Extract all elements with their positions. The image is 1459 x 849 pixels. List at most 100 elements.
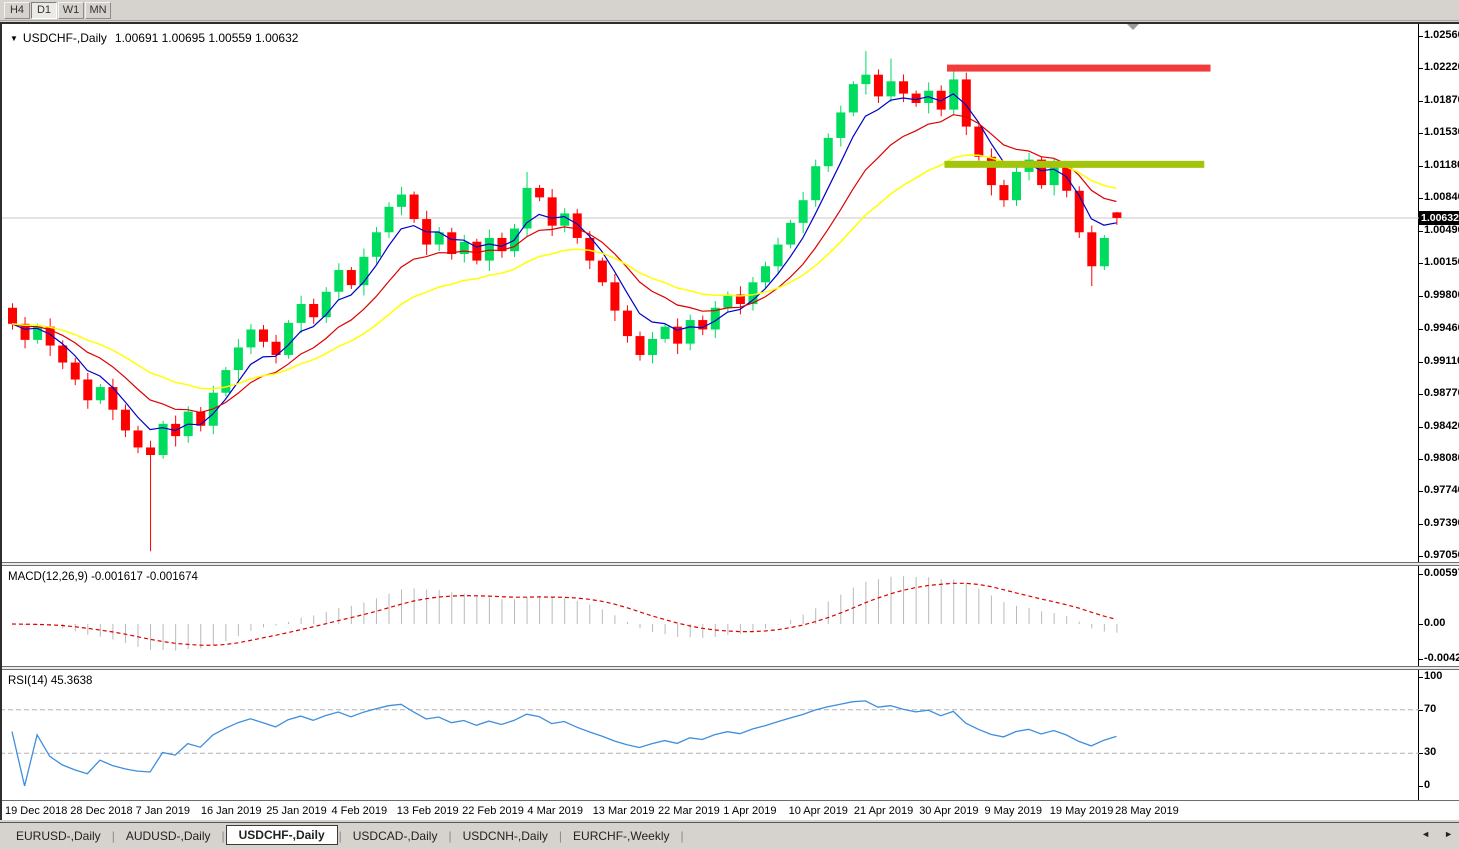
rsi-axis-tick	[1419, 677, 1423, 678]
price-axis-label: 0.98770	[1424, 387, 1459, 399]
tab-separator: |	[222, 829, 225, 843]
price-axis-tick	[1419, 133, 1423, 134]
macd-panel: MACD(12,26,9) -0.001617 -0.001674 0.0059…	[0, 566, 1459, 666]
panel-divider[interactable]	[0, 562, 1459, 566]
chart-tab-usdcnh[interactable]: USDCNH-,Daily	[453, 826, 558, 846]
date-axis-label: 22 Mar 2019	[658, 805, 720, 817]
macd-axis-label: 0.00	[1424, 617, 1445, 629]
macd-axis-tick	[1419, 659, 1423, 660]
panel-divider[interactable]	[0, 666, 1459, 670]
rsi-axis-label: 70	[1424, 703, 1436, 715]
chart-tab-usdchf[interactable]: USDCHF-,Daily	[226, 825, 338, 845]
price-axis-tick	[1419, 329, 1423, 330]
price-axis-label: 0.99800	[1424, 289, 1459, 301]
price-axis-tick	[1419, 166, 1423, 167]
chart-tab-audusd[interactable]: AUDUSD-,Daily	[116, 826, 221, 846]
macd-plot[interactable]	[0, 566, 1419, 666]
rsi-axis-label: 30	[1424, 746, 1436, 758]
price-axis-label: 1.01530	[1424, 126, 1459, 138]
timeframe-button-mn[interactable]: MN	[85, 2, 111, 19]
date-axis-label: 19 Dec 2018	[5, 805, 67, 817]
price-axis-label: 0.97740	[1424, 484, 1459, 496]
current-price-badge: 1.00632	[1419, 211, 1459, 225]
price-axis-tick	[1419, 231, 1423, 232]
tab-scroll-arrows: ◄ ►	[1421, 829, 1453, 839]
date-axis-label: 28 May 2019	[1115, 805, 1179, 817]
date-axis-label: 19 May 2019	[1050, 805, 1114, 817]
price-axis-label: 1.01180	[1424, 159, 1459, 171]
price-axis-tick	[1419, 101, 1423, 102]
price-axis-tick	[1419, 36, 1423, 37]
price-axis-tick	[1419, 296, 1423, 297]
timeframe-button-w1[interactable]: W1	[58, 2, 84, 19]
chart-symbol: USDCHF-,Daily	[23, 31, 107, 45]
tab-separator: |	[559, 829, 562, 843]
price-axis-label: 1.02560	[1424, 29, 1459, 41]
chart-tab-bar: EURUSD-,Daily|AUDUSD-,Daily|USDCHF-,Dail…	[0, 822, 1459, 849]
rsi-canvas[interactable]	[0, 670, 1419, 800]
chart-window-left-border	[0, 22, 2, 820]
macd-axis-tick	[1419, 574, 1423, 575]
macd-axis-label: 0.00597	[1424, 567, 1459, 579]
price-axis-label: 1.00150	[1424, 256, 1459, 268]
price-axis-label: 0.97050	[1424, 549, 1459, 561]
date-axis-label: 13 Feb 2019	[397, 805, 459, 817]
chart-title: ▼ USDCHF-,Daily 1.00691 1.00695 1.00559 1.…	[10, 31, 298, 45]
price-axis-label: 1.02220	[1424, 61, 1459, 73]
chart-tab-eurchf[interactable]: EURCHF-,Weekly	[563, 826, 679, 846]
tab-separator: |	[112, 829, 115, 843]
price-axis-label: 1.00840	[1424, 191, 1459, 203]
timeframe-button-d1[interactable]: D1	[31, 2, 57, 19]
tab-separator: |	[339, 829, 342, 843]
price-axis-tick	[1419, 556, 1423, 557]
chart-title-arrow-icon: ▼	[10, 34, 18, 43]
price-axis-label: 0.99460	[1424, 322, 1459, 334]
price-axis-label: 0.98420	[1424, 420, 1459, 432]
macd-canvas[interactable]	[0, 566, 1419, 666]
price-axis-tick	[1419, 394, 1423, 395]
rsi-label: RSI(14) 45.3638	[8, 675, 92, 687]
timeframe-button-h4[interactable]: H4	[4, 2, 30, 19]
tab-separator: |	[448, 829, 451, 843]
chart-ohlc-quotes: 1.00691 1.00695 1.00559 1.00632	[115, 31, 299, 45]
macd-axis-tick	[1419, 624, 1423, 625]
rsi-plot[interactable]	[0, 670, 1419, 800]
price-axis-label: 0.98080	[1424, 452, 1459, 464]
tab-scroll-left-icon[interactable]: ◄	[1421, 829, 1430, 839]
date-axis-label: 9 May 2019	[985, 805, 1042, 817]
tab-separator: |	[681, 829, 684, 843]
chart-tab-eurusd[interactable]: EURUSD-,Daily	[6, 826, 111, 846]
macd-label: MACD(12,26,9) -0.001617 -0.001674	[8, 571, 198, 583]
candlestick-canvas[interactable]	[0, 24, 1419, 562]
price-axis-tick	[1419, 362, 1423, 363]
price-chart-panel: ▼ USDCHF-,Daily 1.00691 1.00695 1.00559 1.…	[0, 24, 1459, 562]
price-axis-tick	[1419, 198, 1423, 199]
price-axis-tick	[1419, 491, 1423, 492]
date-axis-label: 13 Mar 2019	[593, 805, 655, 817]
rsi-axis-label: 0	[1424, 779, 1430, 791]
date-axis-label: 28 Dec 2018	[70, 805, 132, 817]
rsi-panel: RSI(14) 45.3638 100 70 30 0	[0, 670, 1459, 800]
rsi-axis-label: 100	[1424, 670, 1442, 682]
timeframe-toolbar: H4D1W1MN	[0, 0, 1459, 21]
chart-shift-marker-icon[interactable]	[1127, 24, 1139, 30]
price-axis-label: 1.01870	[1424, 94, 1459, 106]
rsi-axis-tick	[1419, 710, 1423, 711]
chart-tab-usdcad[interactable]: USDCAD-,Daily	[343, 826, 448, 846]
price-axis-tick	[1419, 263, 1423, 264]
price-axis-label: 0.97390	[1424, 517, 1459, 529]
rsi-axis-tick	[1419, 786, 1423, 787]
mt4-window: { "toolbar": { "buttons": [ {"label": "H…	[0, 0, 1459, 849]
date-axis-label: 22 Feb 2019	[462, 805, 524, 817]
date-axis-label: 25 Jan 2019	[266, 805, 327, 817]
price-chart-plot[interactable]	[0, 24, 1419, 562]
panel-divider	[0, 800, 1459, 802]
date-axis-label: 21 Apr 2019	[854, 805, 913, 817]
price-axis-tick	[1419, 459, 1423, 460]
date-axis-label: 4 Feb 2019	[332, 805, 388, 817]
tab-scroll-right-icon[interactable]: ►	[1444, 829, 1453, 839]
price-axis-tick	[1419, 524, 1423, 525]
price-axis-label: 0.99110	[1424, 355, 1459, 367]
date-axis-label: 30 Apr 2019	[919, 805, 978, 817]
rsi-axis-tick	[1419, 753, 1423, 754]
